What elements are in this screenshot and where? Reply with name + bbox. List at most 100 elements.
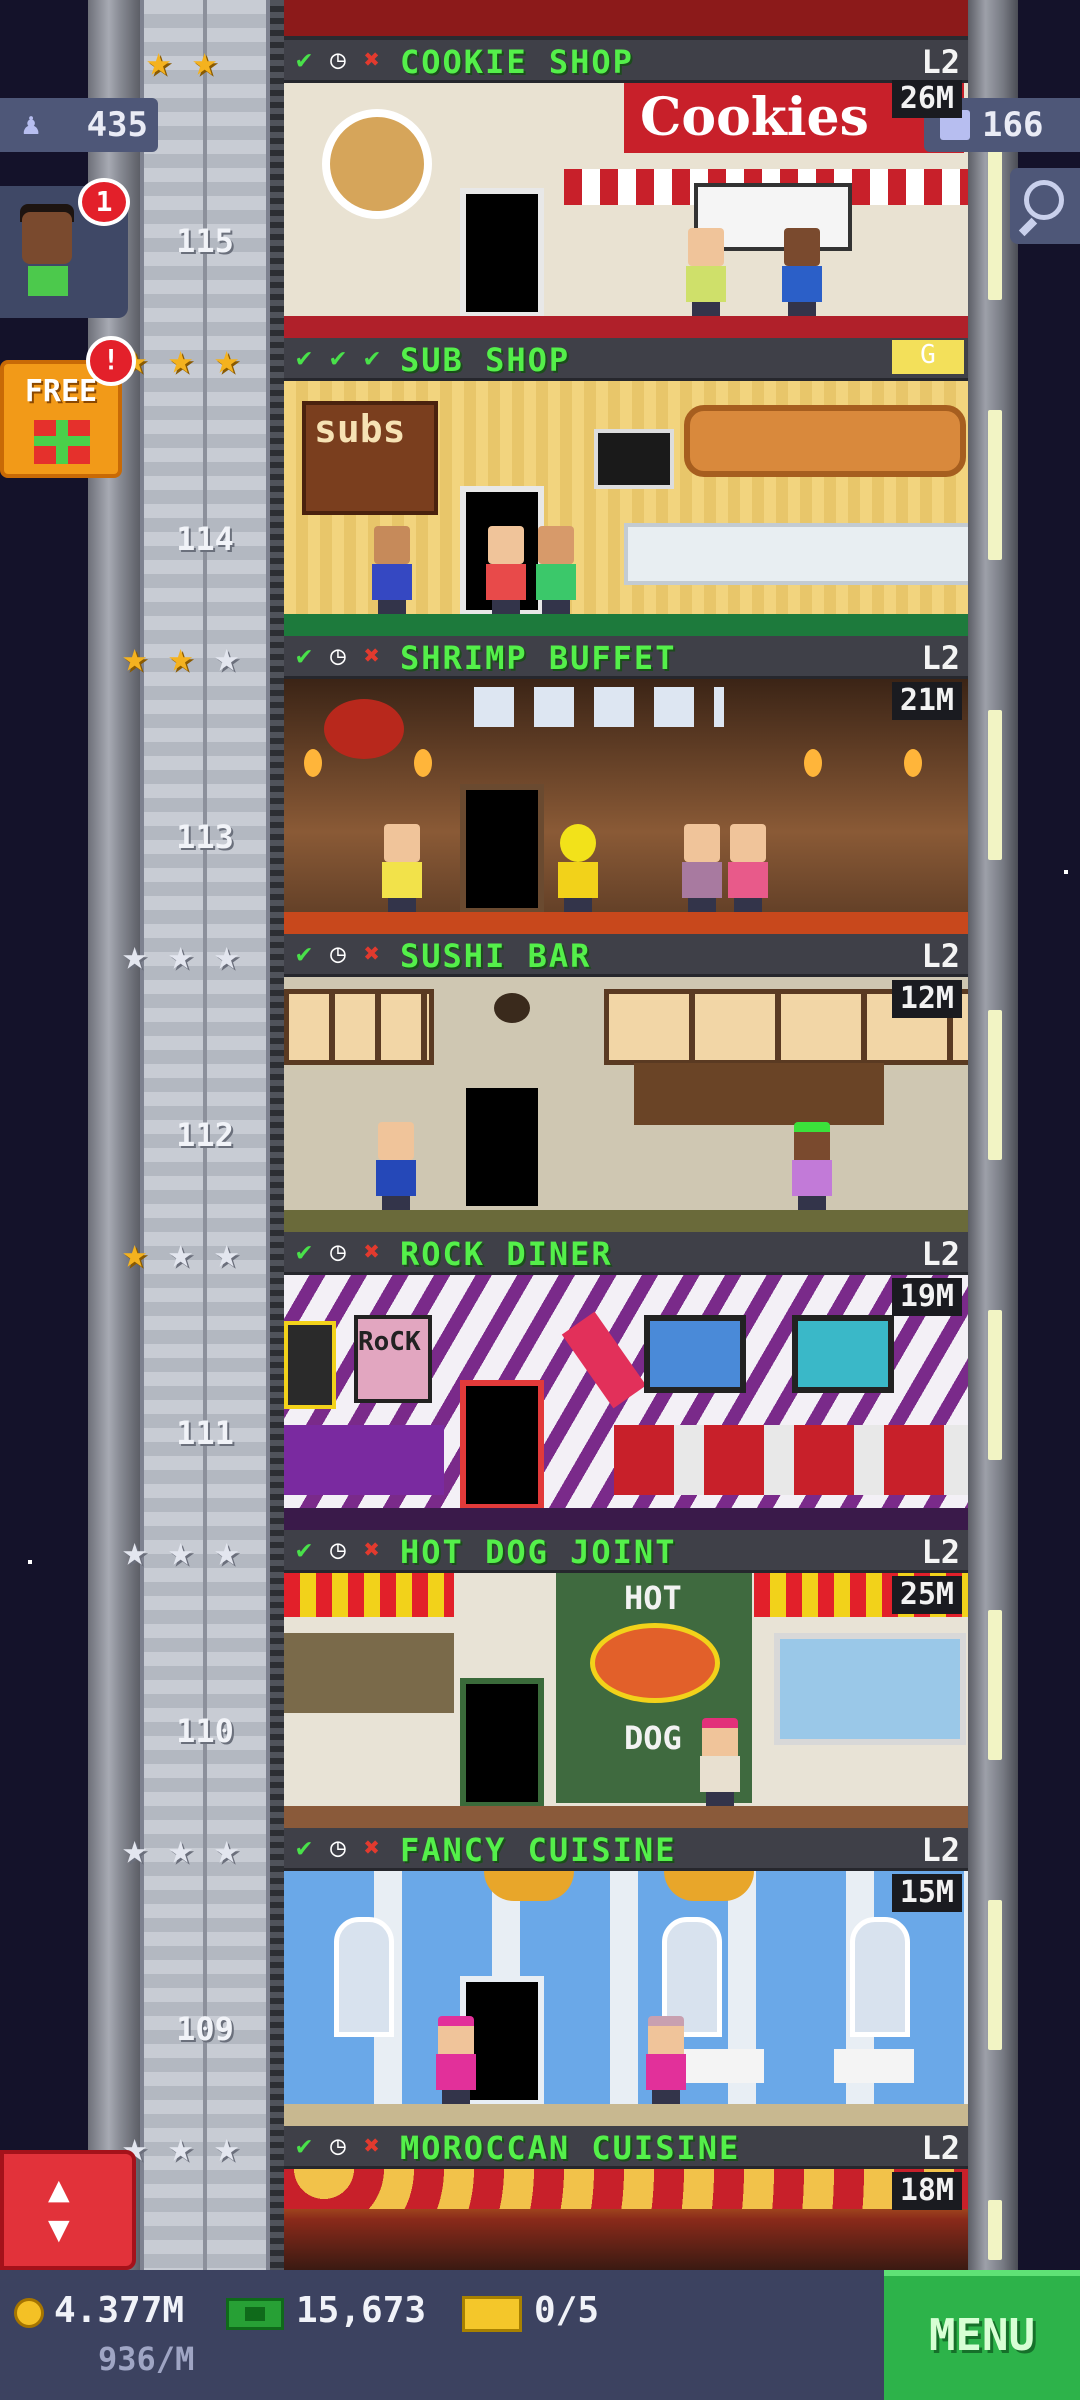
gold-star-icon: ★ xyxy=(122,632,148,681)
clock-icon: ◷ xyxy=(330,1237,346,1267)
floor-level: L2 xyxy=(921,2129,960,2167)
visitor-button[interactable]: 1 xyxy=(0,178,130,318)
framed-picture xyxy=(644,1315,746,1393)
close-x-icon: ✖ xyxy=(364,1237,380,1267)
visitor-avatar-shirt xyxy=(28,266,68,296)
background-star xyxy=(1064,870,1068,874)
elevator-cable xyxy=(270,0,284,2270)
floor-header: ✔ ◷ ✖ MOROCCAN CUISINE L2 xyxy=(284,2126,968,2169)
subs-sign-text: subs xyxy=(314,407,406,451)
floor-income: 21M xyxy=(891,682,962,720)
floor-sub-shop[interactable]: ✔ ✔ ✔ SUB SHOP G subs xyxy=(284,338,968,636)
floor-interior xyxy=(284,1871,968,2126)
door xyxy=(460,1082,544,1212)
close-x-icon: ✖ xyxy=(364,1833,380,1863)
menu-button[interactable]: MENU xyxy=(884,2270,1080,2400)
shop-counter xyxy=(284,1210,968,1232)
silver-star-icon: ★ xyxy=(168,1526,194,1575)
dining-table xyxy=(834,2049,914,2083)
door xyxy=(460,1678,544,1808)
floor-moroccan-cuisine[interactable]: ✔ ◷ ✖ MOROCCAN CUISINE L2 18M xyxy=(284,2126,968,2270)
window-light xyxy=(988,410,1002,560)
floor-income: 19M xyxy=(891,1278,962,1316)
arrow-down-icon: ▼ xyxy=(48,2209,70,2250)
silver-star-icon: ★ xyxy=(214,930,240,979)
check-icon: ✔ xyxy=(296,1237,312,1267)
window-light xyxy=(988,2200,1002,2260)
diner-booth xyxy=(614,1425,968,1495)
floor-level: L2 xyxy=(921,639,960,677)
striped-awning xyxy=(284,1573,454,1617)
check-icon: ✔ xyxy=(296,1833,312,1863)
chandelier xyxy=(484,1871,574,1901)
population-counter[interactable]: ♟ 435 xyxy=(0,98,158,152)
floor-sliver xyxy=(284,0,968,40)
hot-dog-plate xyxy=(590,1623,720,1703)
silver-star-icon: ★ xyxy=(122,930,148,979)
shelf xyxy=(634,1063,884,1125)
shoji-window xyxy=(284,989,434,1065)
customer xyxy=(680,824,724,912)
floor-header: ✔ ◷ ✖ SHRIMP BUFFET L2 xyxy=(284,636,968,679)
wall-lamp xyxy=(414,749,432,777)
window-light xyxy=(988,150,1002,300)
floor-cookie-shop[interactable]: ✔ ◷ ✖ COOKIE SHOP L2 26M Cookies xyxy=(284,40,968,338)
framed-picture xyxy=(792,1315,894,1393)
menu-label: MENU xyxy=(929,2310,1035,2361)
person-icon: ♟ xyxy=(22,107,41,142)
record-decor xyxy=(284,1321,336,1409)
shop-counter xyxy=(284,2104,968,2126)
floor-number: 109 xyxy=(176,2010,234,2048)
cookie-icon xyxy=(322,109,432,219)
arched-window xyxy=(334,1917,394,2037)
silver-star-icon: ★ xyxy=(214,1824,240,1873)
cookie-sign-text: Cookies xyxy=(640,87,869,148)
check-icon: ✔ xyxy=(364,343,380,373)
floor-hot-dog-joint[interactable]: ✔ ◷ ✖ HOT DOG JOINT L2 25M HOT DOG xyxy=(284,1530,968,1828)
close-x-icon: ✖ xyxy=(364,2131,380,2161)
customer-diver xyxy=(556,824,600,912)
gift-icon xyxy=(34,420,90,464)
floor-name: HOT DOG JOINT xyxy=(400,1533,677,1571)
bux-value[interactable]: 15,673 xyxy=(296,2290,426,2331)
search-button[interactable] xyxy=(1010,168,1080,244)
coin-icon xyxy=(14,2298,44,2328)
floor-rock-diner[interactable]: ✔ ◷ ✖ ROCK DINER L2 19M RoCK xyxy=(284,1232,968,1530)
floor-interior: RoCK xyxy=(284,1275,968,1530)
silver-star-icon: ★ xyxy=(122,1824,148,1873)
coins-value[interactable]: 4.377M xyxy=(54,2290,184,2331)
silver-star-icon: ★ xyxy=(214,632,240,681)
floor-level: L2 xyxy=(921,1831,960,1869)
floor-interior: HOT DOG xyxy=(284,1573,968,1828)
floor-header: ✔ ◷ ✖ SUSHI BAR L2 xyxy=(284,934,968,977)
rock-sign-text: RoCK xyxy=(358,1327,421,1357)
income-rate: 936/M xyxy=(98,2340,195,2378)
gold-star-icon: ★ xyxy=(168,334,194,383)
food-display xyxy=(284,1633,454,1713)
window-light xyxy=(988,1610,1002,1760)
floor-shrimp-buffet[interactable]: ✔ ◷ ✖ SHRIMP BUFFET L2 21M xyxy=(284,636,968,934)
gold-star-icon: ★ xyxy=(214,334,240,383)
chandelier xyxy=(664,1871,754,1901)
window-light xyxy=(988,1900,1002,2050)
floor-interior: Cookies xyxy=(284,83,968,338)
clock-icon: ◷ xyxy=(330,1535,346,1565)
check-icon: ✔ xyxy=(330,343,346,373)
golden-ticket-icon xyxy=(462,2296,522,2332)
golden-ticket-value[interactable]: 0/5 xyxy=(534,2290,599,2331)
search-icon-handle xyxy=(1018,217,1038,237)
floor-number: 115 xyxy=(176,222,234,260)
check-icon: ✔ xyxy=(296,2131,312,2161)
floor-level: L2 xyxy=(921,937,960,975)
floor-income: 15M xyxy=(891,1874,962,1912)
floor-fancy-cuisine[interactable]: ✔ ◷ ✖ FANCY CUISINE L2 15M xyxy=(284,1828,968,2126)
floor-level: L2 xyxy=(921,43,960,81)
elevator-button[interactable]: ▲ ▼ xyxy=(0,2150,136,2270)
floor-income: 25M xyxy=(891,1576,962,1614)
customer xyxy=(726,824,770,912)
floor-income: 26M xyxy=(891,80,962,118)
close-x-icon: ✖ xyxy=(364,1535,380,1565)
clock-icon: ◷ xyxy=(330,641,346,671)
floor-sushi-bar[interactable]: ✔ ◷ ✖ SUSHI BAR L2 12M xyxy=(284,934,968,1232)
door xyxy=(460,188,544,318)
